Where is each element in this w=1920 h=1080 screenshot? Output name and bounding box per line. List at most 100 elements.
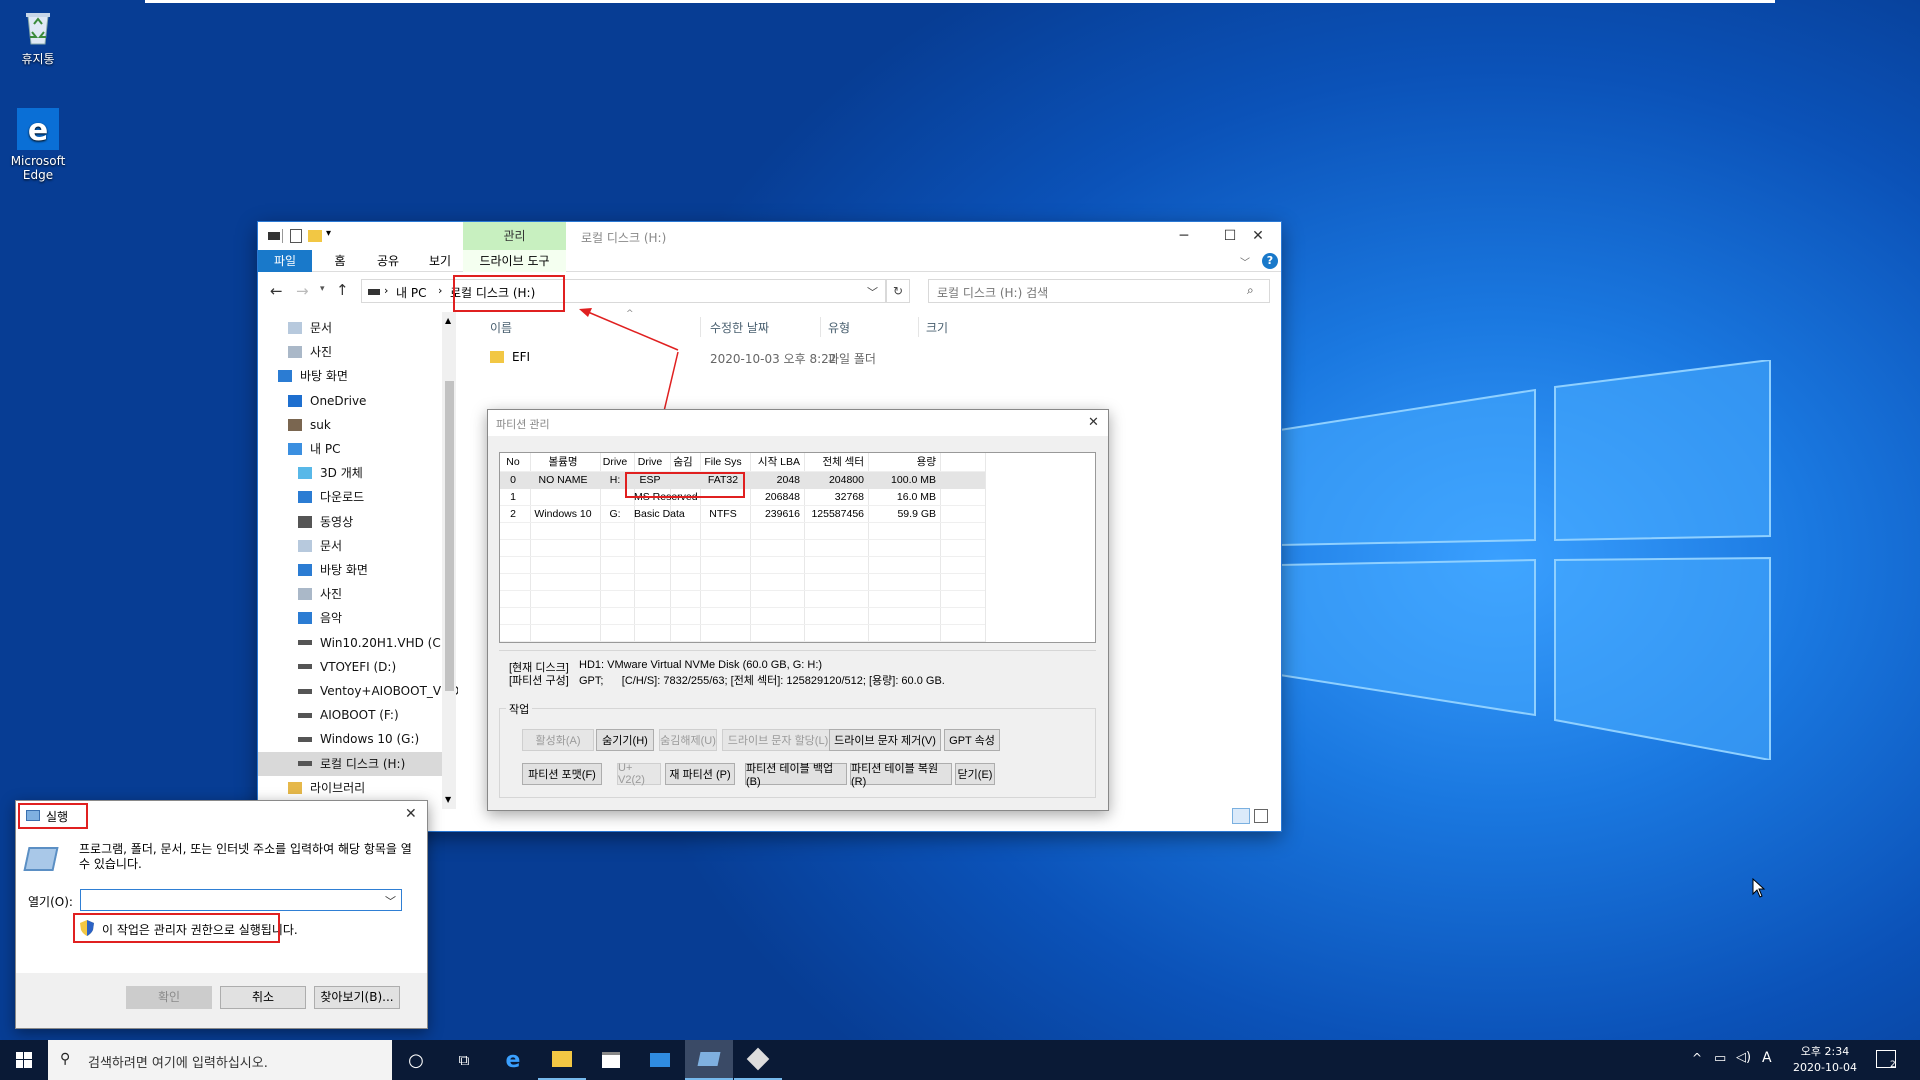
- nav-item[interactable]: 로컬 디스크 (H:): [258, 751, 442, 776]
- nav-item[interactable]: AIOBOOT (F:): [298, 703, 399, 727]
- show-hidden-icons-icon[interactable]: ^: [1692, 1051, 1702, 1065]
- scroll-down-icon[interactable]: ▼: [445, 795, 451, 804]
- refresh-icon[interactable]: ↻: [886, 279, 910, 303]
- nav-item[interactable]: 내 PC: [288, 437, 340, 461]
- forward-arrow-icon[interactable]: →: [296, 282, 309, 300]
- quick-access-dropdown-icon[interactable]: ▾: [326, 228, 331, 239]
- column-header[interactable]: Drive: [634, 454, 666, 471]
- partition-action-button[interactable]: 닫기(E): [955, 763, 995, 785]
- column-header[interactable]: No: [500, 454, 526, 471]
- edge-taskbar-icon[interactable]: e: [489, 1040, 537, 1080]
- close-icon[interactable]: ✕: [405, 806, 417, 822]
- back-arrow-icon[interactable]: ←: [270, 282, 283, 300]
- nav-item[interactable]: VTOYEFI (D:): [298, 655, 396, 679]
- partition-action-button[interactable]: GPT 속성: [944, 729, 1000, 751]
- nav-item[interactable]: 바탕 화면: [278, 364, 348, 388]
- nav-item[interactable]: Win10.20H1.VHD (C:): [298, 631, 449, 655]
- partition-action-button[interactable]: 재 파티션 (P): [665, 763, 735, 785]
- desktop-icon-edge[interactable]: e Microsoft Edge: [0, 108, 76, 182]
- column-type[interactable]: 유형: [828, 319, 850, 336]
- partition-row[interactable]: 2 Windows 10 G: Basic Data NTFS 239616 1255874…: [500, 506, 985, 523]
- column-header[interactable]: 숨김: [670, 454, 696, 471]
- partition-action-button[interactable]: 숨기기(H): [596, 729, 654, 751]
- volume-icon[interactable]: ◁): [1736, 1050, 1751, 1065]
- tab-file[interactable]: 파일: [258, 250, 312, 272]
- column-header[interactable]: Drive: [600, 454, 630, 471]
- tab-share[interactable]: 공유: [364, 250, 412, 272]
- nav-item[interactable]: 바탕 화면: [298, 558, 368, 582]
- file-explorer-taskbar-icon[interactable]: [538, 1040, 586, 1080]
- ime-indicator[interactable]: A: [1762, 1050, 1772, 1066]
- close-button[interactable]: ✕: [1235, 222, 1281, 250]
- partition-action-button[interactable]: 활성화(A): [522, 729, 594, 751]
- nav-item[interactable]: suk: [288, 413, 331, 437]
- nav-item[interactable]: OneDrive: [288, 389, 366, 413]
- column-name[interactable]: 이름: [490, 319, 512, 336]
- column-header[interactable]: 볼륨명: [530, 454, 596, 471]
- nav-item[interactable]: Windows 10 (G:): [298, 727, 419, 751]
- search-input[interactable]: 로컬 디스크 (H:) 검색 ⌕: [928, 279, 1270, 303]
- breadcrumb-my-pc[interactable]: 내 PC: [396, 284, 426, 301]
- partition-action-button[interactable]: 드라이브 문자 할당(L): [722, 729, 834, 751]
- partition-action-button[interactable]: 파티션 테이블 백업(B): [745, 763, 847, 788]
- nav-item[interactable]: 문서: [298, 534, 342, 558]
- task-view-icon[interactable]: ⧉: [440, 1040, 488, 1080]
- address-bar[interactable]: › 내 PC › 로컬 디스크 (H:) ﹀: [361, 279, 886, 303]
- mail-icon[interactable]: [636, 1040, 684, 1080]
- close-icon[interactable]: ✕: [1088, 414, 1099, 430]
- minimize-button[interactable]: ─: [1161, 222, 1207, 250]
- partition-action-button[interactable]: U+ V2(2): [617, 762, 661, 786]
- up-arrow-icon[interactable]: ↑: [336, 281, 349, 299]
- partition-action-button[interactable]: 드라이브 문자 제거(V): [829, 729, 941, 751]
- desktop-icon-recycle-bin[interactable]: 휴지통: [0, 6, 76, 66]
- column-header[interactable]: 용량: [868, 454, 936, 471]
- partition-action-button[interactable]: 숨김해제(U): [659, 729, 717, 751]
- column-modified[interactable]: 수정한 날짜: [710, 319, 769, 336]
- nav-item[interactable]: 라이브러리: [288, 776, 365, 800]
- browse-button[interactable]: 찾아보기(B)...: [314, 986, 400, 1009]
- open-combobox[interactable]: ﹀: [80, 889, 402, 911]
- search-placeholder: 로컬 디스크 (H:) 검색: [937, 286, 1049, 300]
- partition-action-button[interactable]: 파티션 포맷(F): [522, 763, 602, 785]
- column-size[interactable]: 크기: [926, 319, 948, 336]
- tab-home[interactable]: 홈: [320, 250, 360, 272]
- new-folder-icon[interactable]: [308, 230, 322, 242]
- taskbar-search-box[interactable]: ⚲ 검색하려면 여기에 입력하십시오.: [48, 1040, 392, 1080]
- nav-item[interactable]: 3D 개체: [298, 461, 363, 485]
- nav-item[interactable]: 동영상: [298, 510, 353, 534]
- nav-item[interactable]: Ventoy+AIOBOOT_VHD (: [298, 679, 458, 703]
- nav-item[interactable]: 문서✎: [288, 316, 456, 340]
- nav-item[interactable]: 사진: [298, 582, 342, 606]
- column-header[interactable]: File Sys: [700, 454, 746, 471]
- column-header[interactable]: 시작 LBA: [750, 454, 800, 471]
- details-view-icon[interactable]: [1232, 808, 1250, 824]
- tab-view[interactable]: 보기: [416, 250, 464, 272]
- nav-item[interactable]: 다운로드: [298, 485, 364, 509]
- chevron-down-icon[interactable]: ﹀: [867, 284, 878, 300]
- start-windows-icon[interactable]: [0, 1040, 48, 1080]
- store-icon[interactable]: [587, 1040, 635, 1080]
- scroll-up-icon[interactable]: ▲: [445, 316, 451, 325]
- cortana-icon[interactable]: ○: [392, 1040, 440, 1080]
- chevron-down-icon[interactable]: ﹀: [385, 893, 396, 909]
- recent-dropdown-icon[interactable]: ▾: [320, 284, 325, 294]
- partition-action-button[interactable]: 파티션 테이블 복원(R): [850, 763, 952, 788]
- column-header[interactable]: 전체 섹터: [804, 454, 864, 471]
- properties-icon[interactable]: [290, 229, 302, 243]
- partition-tool-taskbar-icon[interactable]: [734, 1040, 782, 1080]
- network-icon[interactable]: ▭: [1714, 1051, 1726, 1066]
- nav-item[interactable]: 사진✎: [288, 340, 456, 364]
- annotation-box-esp: [625, 472, 745, 498]
- ok-button[interactable]: 확인: [126, 986, 212, 1009]
- nav-scrollbar[interactable]: ▲ ▼: [442, 312, 456, 809]
- run-taskbar-icon[interactable]: [685, 1040, 733, 1080]
- clock[interactable]: 오후 2:34 2020-10-04: [1790, 1044, 1860, 1076]
- help-icon[interactable]: ?: [1262, 253, 1278, 269]
- tab-drive-tools[interactable]: 드라이브 도구: [463, 250, 566, 272]
- file-row[interactable]: EFI 2020-10-03 오후 8:22 파일 폴더: [490, 348, 1050, 368]
- scroll-thumb[interactable]: [445, 381, 454, 691]
- nav-item[interactable]: 음악: [298, 606, 342, 630]
- large-icons-view-icon[interactable]: [1254, 809, 1268, 823]
- ribbon-expand-icon[interactable]: ﹀: [1240, 254, 1250, 269]
- cancel-button[interactable]: 취소: [220, 986, 306, 1009]
